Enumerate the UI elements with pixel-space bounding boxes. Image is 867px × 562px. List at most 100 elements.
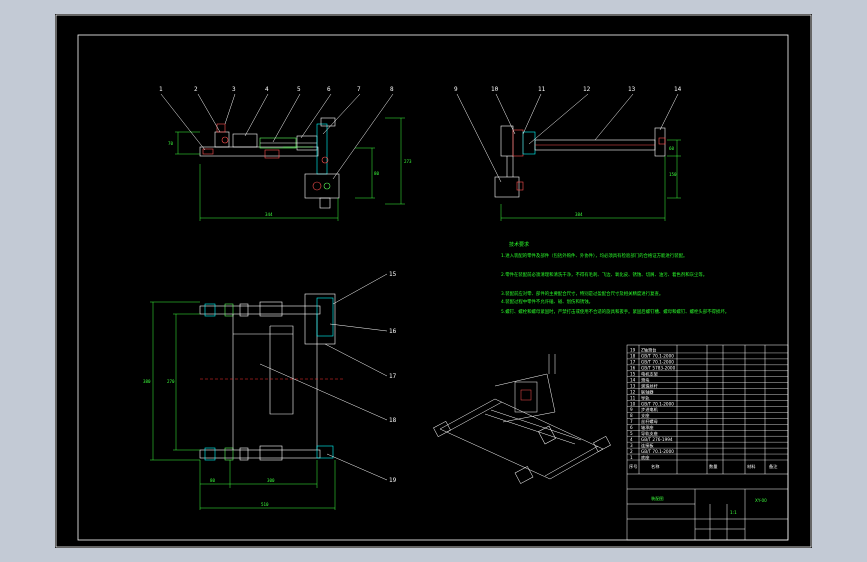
title-row-name: 导轨支座 xyxy=(641,430,658,437)
dim-front-width: 344 xyxy=(265,212,273,217)
header-note: 备注 xyxy=(769,463,778,470)
part-label: 7 xyxy=(357,86,361,93)
title-row-number: 8 xyxy=(630,413,633,418)
outer-border xyxy=(55,14,812,548)
part-label: 5 xyxy=(297,86,301,93)
title-row-name: 步进电机 xyxy=(641,406,659,413)
title-row-number: 13 xyxy=(630,383,636,388)
title-row-number: 3 xyxy=(630,443,633,448)
title-row-name: 滚珠丝杆 xyxy=(641,382,659,389)
title-row-name: 轴承座 xyxy=(641,424,654,431)
title-block-header: 序号 名称 数量 材料 备注 xyxy=(629,463,778,470)
title-row-number: 1 xyxy=(630,455,633,460)
front-leaders xyxy=(160,93,394,180)
part-label: 1 xyxy=(159,86,163,93)
part-label: 4 xyxy=(265,86,269,93)
title-row-name: GB/T 70.1-2000 xyxy=(641,354,674,359)
title-row-name: GB/T 276-1994 xyxy=(641,437,673,442)
note-line: 1.进入装配的零件及部件（包括外购件、外协件），均必须具有检验部门的合格证方能进… xyxy=(501,252,687,259)
dim-plan-height: 380 xyxy=(143,379,151,384)
dim-plan-mid: 300 xyxy=(267,478,275,483)
side-leaders xyxy=(456,93,679,183)
title-row-number: 6 xyxy=(630,425,633,430)
side-view-dimensions xyxy=(500,139,681,221)
dim-front-h3: 273 xyxy=(404,159,412,164)
part-label: 12 xyxy=(583,86,591,93)
title-row-name: 底座 xyxy=(641,454,649,461)
title-row-name: GB/T 70.1-2000 xyxy=(641,360,674,365)
title-row-name: 连接板 xyxy=(641,442,654,449)
side-label-group: 9 10 11 12 13 14 xyxy=(454,86,682,93)
title-row-name: GB/T 5783-2000 xyxy=(641,366,676,371)
notes-title: 技术要求 xyxy=(509,241,529,248)
note-line: 3.装配前应对零、部件的主要配合尺寸，特别是过盈配合尺寸及相关精度进行复查。 xyxy=(501,290,663,297)
title-row-number: 14 xyxy=(630,377,636,382)
part-label: 19 xyxy=(389,477,397,484)
part-label: 15 xyxy=(389,271,397,278)
header-qty: 数量 xyxy=(709,463,717,470)
dim-side-h1: 60 xyxy=(669,146,675,151)
note-line: 2.零件在装配前必须清理和清洗干净，不得有毛刺、飞边、氧化皮、锈蚀、切屑、油污、… xyxy=(501,271,707,278)
part-label: 14 xyxy=(674,86,682,93)
title-row-name: GB/T 70.1-2000 xyxy=(641,449,674,454)
part-label: 16 xyxy=(389,328,397,335)
drawing-number: XY-00 xyxy=(755,498,767,503)
title-row-name: GB/T 70.1-2000 xyxy=(641,401,674,406)
title-row-name: 支座 xyxy=(641,412,649,419)
part-label: 6 xyxy=(327,86,331,93)
dim-side-h2: 150 xyxy=(669,172,677,177)
front-view xyxy=(199,117,340,209)
dim-front-h2: 80 xyxy=(374,171,380,176)
part-label: 18 xyxy=(389,417,397,424)
title-row-number: 9 xyxy=(630,407,633,412)
front-view-dimensions xyxy=(175,117,405,221)
inner-border xyxy=(77,34,789,541)
dim-plan-width: 510 xyxy=(261,502,269,507)
plan-dimensions xyxy=(150,301,336,510)
title-block-rows: 19 Z轴滑台18 GB/T 70.1-200017 GB/T 70.1-200016… xyxy=(627,347,788,461)
title-row-number: 19 xyxy=(630,348,636,353)
part-label: 17 xyxy=(389,373,397,380)
part-label: 9 xyxy=(454,86,458,93)
part-label: 13 xyxy=(628,86,636,93)
note-line: 4.装配过程中零件不允许磕、碰、划伤和锈蚀。 xyxy=(501,298,593,305)
part-label: 2 xyxy=(194,86,198,93)
header-material: 材料 xyxy=(747,463,756,470)
title-row-number: 10 xyxy=(630,401,636,406)
front-label-group: 1 2 3 4 5 6 7 8 xyxy=(159,86,394,93)
drawing-scale: 1:1 xyxy=(730,510,737,515)
plan-label-group: 15 16 17 18 19 xyxy=(389,271,397,484)
note-line: 5.螺钉、螺栓和螺母紧固时，严禁打击或使用不合适的旋具和扳手。紧固后螺钉槽、螺母… xyxy=(501,308,729,315)
dim-side-width: 384 xyxy=(575,212,583,217)
title-row-name: 滑块 xyxy=(641,376,650,383)
part-label: 3 xyxy=(232,86,236,93)
part-label: 8 xyxy=(390,86,394,93)
isometric-view xyxy=(433,354,611,484)
plan-leaders xyxy=(259,273,388,481)
drawing-title: 装配图 xyxy=(651,495,664,502)
title-row-number: 17 xyxy=(630,360,636,365)
dim-front-h1: 70 xyxy=(168,141,174,146)
dim-plan-left: 80 xyxy=(210,478,216,483)
title-row-number: 15 xyxy=(630,372,636,377)
part-label: 11 xyxy=(538,86,546,93)
header-no: 序号 xyxy=(629,463,637,470)
title-row-number: 2 xyxy=(630,449,633,454)
title-row-number: 5 xyxy=(630,431,633,436)
title-row-name: 导轨 xyxy=(641,394,650,401)
drawing-sheet: 344 70 80 273 1 2 3 4 5 6 7 8 384 60 150… xyxy=(55,14,812,548)
title-row-number: 11 xyxy=(630,395,636,400)
title-row-number: 4 xyxy=(630,437,633,442)
header-name: 名称 xyxy=(651,463,659,470)
title-row-number: 16 xyxy=(630,366,636,371)
part-label: 10 xyxy=(491,86,499,93)
notes-lines: 1.进入装配的零件及部件（包括外购件、外协件），均必须具有检验部门的合格证方能进… xyxy=(501,252,729,315)
title-row-number: 18 xyxy=(630,354,636,359)
side-view xyxy=(494,125,666,198)
title-row-name: 丝杆螺母 xyxy=(641,418,658,425)
title-row-name: Z轴滑台 xyxy=(641,347,656,354)
cad-drawing: 344 70 80 273 1 2 3 4 5 6 7 8 384 60 150… xyxy=(55,14,812,548)
dim-plan-inner: 270 xyxy=(167,379,175,384)
plan-view xyxy=(199,293,345,461)
title-row-number: 12 xyxy=(630,389,636,394)
